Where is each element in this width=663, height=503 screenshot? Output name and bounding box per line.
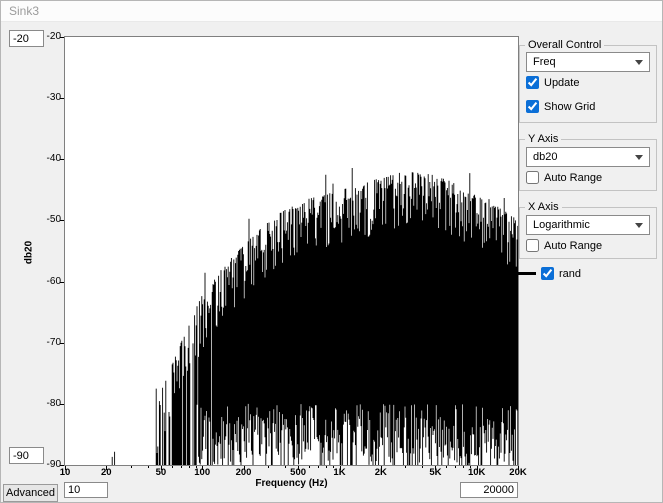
advanced-button[interactable]: Advanced [3, 484, 58, 502]
x-minor-tick [172, 466, 173, 468]
x-minor-tick [189, 466, 190, 468]
y-auto-range-row: Auto Range [526, 171, 602, 184]
x-minor-tick [463, 466, 464, 468]
x-minor-tick [148, 466, 149, 468]
x-minor-tick [181, 466, 182, 468]
sink-window: Sink3 db20 Frequency (Hz) Advanced Overa… [0, 0, 663, 503]
x-tick-label: 10 [60, 467, 71, 478]
chevron-down-icon [635, 155, 643, 160]
y-axis-dropdown-value: db20 [533, 151, 557, 163]
x-tick-label: 10K [468, 467, 485, 478]
x-minor-tick [405, 466, 406, 468]
plot-area[interactable] [64, 36, 519, 466]
legend-row-rand: rand [514, 267, 581, 280]
y-tick-label: -70 [31, 337, 61, 348]
x-axis-dropdown[interactable]: Logarithmic [526, 215, 650, 235]
x-tick-label: 5K [429, 467, 441, 478]
titlebar[interactable]: Sink3 [1, 1, 662, 22]
y-auto-range-label: Auto Range [544, 172, 602, 184]
overall-control-title: Overall Control [525, 39, 604, 51]
x-minor-tick [422, 466, 423, 468]
x-minor-tick [318, 466, 319, 468]
y-tick-label: -20 [31, 31, 61, 42]
spectrum-series-rand [112, 168, 518, 465]
chevron-down-icon [635, 223, 643, 228]
overall-control-dropdown[interactable]: Freq [526, 52, 650, 72]
x-tick-label: 50 [156, 467, 167, 478]
x-minor-tick [268, 466, 269, 468]
y-tick-label: -30 [31, 92, 61, 103]
y-tick-label: -90 [31, 459, 61, 470]
x-auto-range-row: Auto Range [526, 239, 602, 252]
x-minor-tick [518, 466, 519, 468]
x-tick-label: 200 [236, 467, 252, 478]
window-title: Sink3 [9, 4, 39, 18]
x-minor-tick [333, 466, 334, 468]
y-axis-group-title: Y Axis [525, 133, 561, 145]
x-axis-dropdown-value: Logarithmic [533, 219, 590, 231]
x-minor-tick [381, 466, 382, 468]
rand-series-checkbox[interactable] [541, 267, 554, 280]
x-minor-tick [446, 466, 447, 468]
x-tick-label: 100 [194, 467, 210, 478]
x-tick-label: 20 [101, 467, 112, 478]
y-axis-label: db20 [24, 233, 35, 273]
chevron-down-icon [635, 60, 643, 65]
y-auto-range-checkbox[interactable] [526, 171, 539, 184]
y-axis-dropdown[interactable]: db20 [526, 147, 650, 167]
x-minor-tick [106, 466, 107, 468]
show-grid-checkbox[interactable] [526, 100, 539, 113]
x-tick-label: 500 [290, 467, 306, 478]
x-axis-label: Frequency (Hz) [65, 478, 518, 489]
x-auto-range-checkbox[interactable] [526, 239, 539, 252]
x-minor-tick [455, 466, 456, 468]
x-minor-tick [298, 466, 299, 468]
y-tick-label: -40 [31, 153, 61, 164]
x-minor-tick [196, 466, 197, 468]
series-line-swatch [514, 272, 536, 275]
spectrum-plot [65, 37, 518, 465]
rand-series-label: rand [559, 268, 581, 280]
show-grid-checkbox-row: Show Grid [526, 100, 595, 113]
x-minor-tick [161, 466, 162, 468]
y-tick-label: -60 [31, 276, 61, 287]
x-minor-tick [244, 466, 245, 468]
x-axis-group-title: X Axis [525, 201, 562, 213]
x-minor-tick [285, 466, 286, 468]
x-tick-label: 1K [333, 467, 345, 478]
update-label: Update [544, 77, 579, 89]
x-max-input[interactable] [460, 482, 518, 498]
x-minor-tick [131, 466, 132, 468]
update-checkbox[interactable] [526, 76, 539, 89]
x-min-input[interactable] [64, 482, 108, 498]
x-minor-tick [470, 466, 471, 468]
x-auto-range-label: Auto Range [544, 240, 602, 252]
x-minor-tick [435, 466, 436, 468]
x-tick-label: 2K [375, 467, 387, 478]
x-minor-tick [309, 466, 310, 468]
overall-control-dropdown-value: Freq [533, 56, 556, 68]
x-minor-tick [326, 466, 327, 468]
update-checkbox-row: Update [526, 76, 579, 89]
y-tick-label: -80 [31, 398, 61, 409]
y-tick-label: -50 [31, 214, 61, 225]
show-grid-label: Show Grid [544, 101, 595, 113]
x-tick-label: 20K [509, 467, 526, 478]
